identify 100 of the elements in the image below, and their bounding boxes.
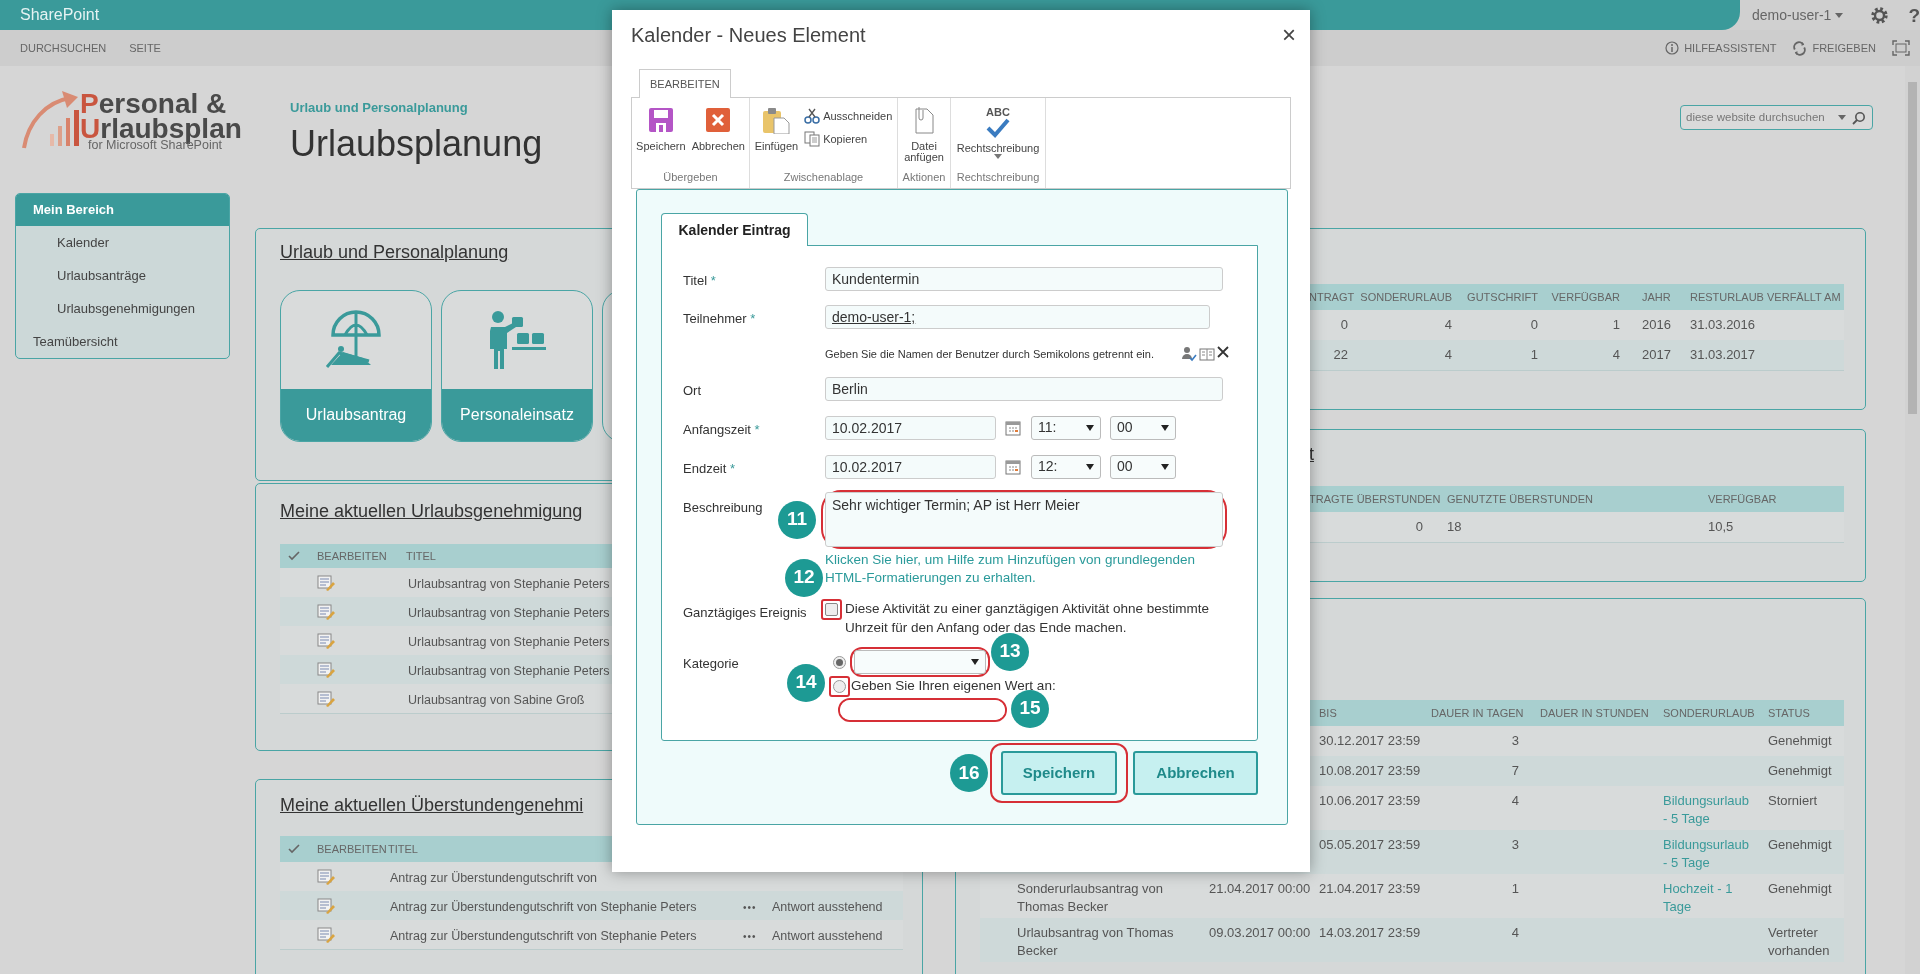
callout-badge: 12 — [785, 558, 823, 597]
edit-icon[interactable] — [317, 925, 335, 944]
minute-dropdown[interactable]: 00 — [1110, 454, 1176, 479]
column-header: SONDERURLAUB — [1360, 290, 1452, 303]
help-link[interactable]: Klicken Sie hier, um Hilfe zum Hinzufügen von grundlegenden HTML-Formatierungen zu erhalten. — [825, 550, 1230, 587]
settings-icon[interactable] — [1871, 6, 1889, 24]
ribbon-button[interactable]: Kopieren — [804, 130, 893, 147]
dialog-title: Kalender - Neues Element — [631, 23, 866, 48]
help-button[interactable]: ? — [1908, 5, 1920, 25]
calendar-icon[interactable] — [1005, 419, 1021, 436]
calendar-icon[interactable] — [1005, 458, 1021, 475]
table-cell: Antwort ausstehend — [772, 899, 883, 914]
table-cell: Urlaubsantrag von Stephanie Peters — [408, 605, 610, 620]
column-header: BEARBEITEN — [317, 842, 387, 855]
caret-icon — [971, 659, 979, 665]
ribbon-button[interactable]: Datei anfügen — [905, 106, 943, 169]
table-cell: Urlaubsantrag von Thomas Becker — [1017, 925, 1174, 958]
command-link[interactable]: FREIGEBEN — [1792, 39, 1876, 57]
edit-icon[interactable] — [317, 660, 335, 679]
nav-item[interactable]: Teamübersicht — [16, 325, 229, 358]
search-box[interactable]: diese website durchsuchen — [1680, 105, 1873, 130]
delete-icon[interactable] — [1215, 345, 1230, 360]
minute-dropdown[interactable]: 00 — [1110, 415, 1176, 440]
more-button[interactable]: ••• — [743, 899, 757, 915]
radio-button[interactable] — [833, 655, 846, 669]
search-icon[interactable] — [1852, 110, 1866, 125]
cancel-icon — [704, 106, 733, 134]
table-cell: Genehmigt — [1768, 881, 1832, 896]
field-label: Teilnehmer * — [683, 310, 757, 328]
nav-item[interactable]: Urlaubsanträge — [16, 259, 229, 292]
table-cell: 05.05.2017 23:59 — [1319, 837, 1421, 852]
edit-icon[interactable] — [317, 867, 335, 886]
table-cell: Genehmigt — [1768, 763, 1832, 778]
ribbon-tab[interactable]: BEARBEITEN — [639, 69, 731, 98]
column-header: JAHR — [1642, 290, 1671, 303]
ribbon-button[interactable]: Speichern — [636, 106, 686, 169]
callout-badge: 16 — [950, 754, 988, 792]
group-label: Zwischenablage — [783, 171, 864, 183]
caret-icon — [1161, 463, 1169, 470]
table-cell: 14.03.2017 23:59 — [1319, 925, 1421, 940]
logo-text: Personal & — [80, 90, 227, 118]
edit-icon[interactable] — [317, 602, 335, 621]
column-header: DAUER IN TAGEN — [1431, 706, 1524, 719]
nav-item[interactable]: Urlaubsgenehmigungen — [16, 292, 229, 325]
table-cell: 0 — [1530, 317, 1538, 333]
table-cell: 2016 — [1642, 317, 1671, 333]
column-header: VERFÜGBAR — [1708, 492, 1777, 505]
search-field[interactable]: diese website durchsuchen — [1686, 108, 1838, 127]
scrollbar[interactable] — [1905, 66, 1920, 974]
column-header: DAUER IN STUNDEN — [1540, 706, 1649, 719]
ribbon-button[interactable]: Einfügen — [754, 106, 799, 169]
hour-dropdown[interactable]: 11: — [1031, 415, 1101, 440]
column-header: VERFÜGBAR — [1551, 290, 1620, 303]
sync-icon — [1792, 40, 1808, 56]
column-header: RESTURLAUB VERFÄLLT AM — [1690, 290, 1841, 303]
ribbon-button[interactable]: ABC Rechtschreibung — [956, 106, 1040, 169]
edit-icon[interactable] — [317, 631, 335, 650]
callout-badge: 13 — [991, 632, 1029, 671]
people-field[interactable]: demo-user-1; — [825, 305, 1210, 329]
command-link[interactable]: HILFEASSISTENT — [1665, 39, 1777, 57]
person-check-icon[interactable] — [1180, 346, 1197, 363]
edit-icon[interactable] — [317, 896, 335, 915]
check-icon — [288, 844, 300, 854]
panel-heading[interactable]: t — [1309, 442, 1841, 466]
focus-icon[interactable] — [1892, 40, 1910, 56]
edit-icon[interactable] — [317, 689, 335, 708]
table-cell: 4 — [1511, 793, 1519, 808]
hour-dropdown[interactable]: 12: — [1031, 454, 1101, 479]
form-tab[interactable]: Kalender Eintrag — [661, 213, 808, 246]
date-field[interactable]: 10.02.2017 — [825, 415, 996, 440]
table-cell: Urlaubsantrag von Stephanie Peters — [408, 576, 610, 591]
column-header: NTRAGT — [1309, 290, 1355, 303]
table-cell: 4 — [1612, 347, 1620, 363]
table-cell: 10.08.2017 23:59 — [1319, 763, 1421, 778]
table-cell: Urlaubsantrag von Sabine Groß — [408, 692, 585, 707]
scrollbar-thumb[interactable] — [1908, 82, 1917, 414]
table-cell: 09.03.2017 00:00 — [1209, 925, 1311, 940]
table-cell: 21.04.2017 23:59 — [1319, 881, 1421, 896]
caret-icon — [994, 154, 1002, 159]
table-cell: 10.06.2017 23:59 — [1319, 793, 1421, 808]
command-link[interactable]: SEITE — [129, 39, 161, 57]
table-cell: 3 — [1511, 837, 1519, 852]
command-link[interactable]: DURCHSUCHEN — [20, 39, 107, 57]
text-field[interactable]: Berlin — [825, 376, 1223, 401]
ribbon-button[interactable]: Abbrechen — [691, 106, 745, 169]
callout-badge: 15 — [1011, 689, 1049, 728]
more-button[interactable]: ••• — [743, 928, 757, 944]
user-menu[interactable]: demo-user-1 — [1752, 4, 1844, 26]
nav-item[interactable]: Kalender — [16, 226, 229, 259]
close-button[interactable]: × — [1282, 23, 1296, 47]
table-cell: Urlaubsantrag von Stephanie Peters — [408, 663, 610, 678]
edit-icon[interactable] — [317, 573, 335, 592]
date-field[interactable]: 10.02.2017 — [825, 454, 996, 479]
table-cell: Genehmigt — [1768, 733, 1832, 748]
group-label: Übergeben — [663, 171, 718, 183]
text-field[interactable]: Kundentermin — [825, 267, 1223, 291]
table-cell: 21.04.2017 00:00 — [1209, 881, 1311, 896]
description-field[interactable]: Sehr wichtiger Termin; AP ist Herr Meier — [825, 491, 1223, 547]
field-label: Titel * — [683, 272, 717, 290]
ribbon-button[interactable]: Ausschneiden — [804, 108, 893, 125]
